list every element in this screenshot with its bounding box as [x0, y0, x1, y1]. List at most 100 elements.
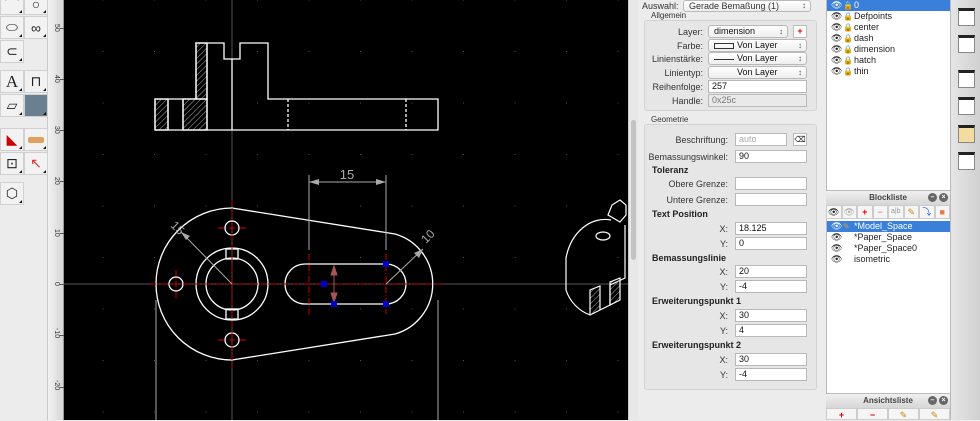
eye-icon[interactable]: 👁: [831, 55, 842, 66]
layer-item-dash[interactable]: 👁 🔒 dash: [827, 33, 951, 44]
layer-item-dimension[interactable]: 👁 🔒 dimension: [827, 44, 951, 55]
edit-view-button[interactable]: ✎: [888, 408, 919, 420]
layers-panel-icon[interactable]: [958, 8, 975, 26]
ruler-label: -20: [53, 380, 60, 391]
block-item-paper-space0[interactable]: 👁 *Paper_Space0: [827, 243, 951, 254]
clear-label-button[interactable]: ⌫: [793, 133, 807, 146]
layer-list: 👁 🔒 0 👁 🔒 Defpoints 👁 🔒 center 👁 🔒 dash 👁 🔒 dimens…: [826, 0, 951, 190]
upper-limit-input[interactable]: [735, 177, 807, 190]
y-label: Y:: [719, 239, 728, 249]
eye-icon[interactable]: 👁: [831, 11, 842, 22]
dimension-line-x-input[interactable]: 20: [735, 265, 807, 278]
edit-block-button[interactable]: ✎: [903, 205, 919, 219]
selection-dropdown[interactable]: Gerade Bemaßung (1): [683, 0, 811, 12]
minimize-icon[interactable]: –: [928, 396, 937, 405]
text-position-x-input[interactable]: 18.125: [735, 222, 807, 235]
layer-item-thin[interactable]: 👁 🔒 thin: [827, 66, 951, 77]
text-tool[interactable]: A: [0, 70, 24, 93]
library-panel-icon[interactable]: [958, 97, 975, 115]
block-item-paper-space[interactable]: 👁 *Paper_Space: [827, 232, 951, 243]
rename-view-button[interactable]: ✎: [919, 408, 950, 420]
x-label: X:: [719, 267, 728, 277]
remove-block-button[interactable]: −: [872, 205, 888, 219]
scroll-thumb[interactable]: [631, 120, 636, 260]
dimension-tool[interactable]: ⊓: [24, 70, 48, 93]
eye-icon[interactable]: 👁: [831, 221, 842, 232]
arc-tool[interactable]: ⌒: [0, 0, 24, 15]
extension-point-2-x-input[interactable]: 30: [735, 353, 807, 366]
extension-point-1-y-input[interactable]: 4: [735, 324, 807, 337]
modify-tool[interactable]: ⊡: [0, 152, 24, 175]
close-icon[interactable]: ×: [939, 193, 948, 202]
close-icon[interactable]: ×: [939, 396, 948, 405]
layer-item-defpoints[interactable]: 👁 🔒 Defpoints: [827, 11, 951, 22]
ruler-label: -10: [53, 328, 60, 339]
polyline-tool[interactable]: ⊂: [0, 40, 24, 63]
image-tool[interactable]: [24, 94, 48, 117]
color-dropdown[interactable]: Von Layer: [708, 39, 807, 52]
minimize-icon[interactable]: –: [928, 193, 937, 202]
lock-icon[interactable]: 🔒: [843, 44, 853, 55]
lock-icon[interactable]: 🔒: [843, 55, 853, 66]
label-input[interactable]: auto: [735, 133, 787, 146]
measure-tool[interactable]: ◣: [0, 128, 24, 151]
block-item-model-space[interactable]: 👁 ✎ *Model_Space: [827, 221, 951, 232]
rename-block-button[interactable]: a|b: [888, 205, 904, 219]
dimension-line-y-input[interactable]: -4: [735, 280, 807, 293]
lock-icon[interactable]: 🔒: [843, 11, 853, 22]
clipboard-panel-icon[interactable]: [958, 125, 975, 143]
grid: [64, 0, 628, 420]
lower-limit-input[interactable]: [735, 193, 807, 206]
show-all-blocks-button[interactable]: 👁: [826, 205, 842, 219]
eye-icon[interactable]: 👁: [831, 0, 842, 11]
add-layer-button[interactable]: +: [793, 25, 807, 38]
tolerance-title: Toleranz: [652, 165, 689, 175]
add-view-button[interactable]: +: [826, 408, 857, 420]
remove-view-button[interactable]: −: [857, 408, 888, 420]
text-position-y-input[interactable]: 0: [735, 237, 807, 250]
lock-icon[interactable]: 🔒: [843, 33, 853, 44]
viewlist-header: Ansichtsliste – ×: [826, 393, 950, 408]
layer-item-center[interactable]: 👁 🔒 center: [827, 22, 951, 33]
hatch-tool[interactable]: ▱: [0, 94, 24, 117]
drawing-canvas[interactable]: 15 15 10: [64, 0, 628, 420]
circle-tool[interactable]: ○: [24, 0, 48, 15]
add-block-button[interactable]: +: [857, 205, 873, 219]
lock-icon[interactable]: 🔒: [843, 66, 853, 77]
command-line-panel-icon[interactable]: [958, 152, 975, 170]
eye-icon[interactable]: 👁: [831, 44, 842, 55]
eye-icon[interactable]: 👁: [831, 254, 842, 265]
block-item-isometric[interactable]: 👁 isometric: [827, 254, 951, 265]
hide-all-blocks-button[interactable]: 👁: [841, 205, 857, 219]
extension-point-2-title: Erweiterungspunkt 2: [652, 340, 742, 350]
layer-dropdown[interactable]: dimension: [708, 25, 788, 38]
eye-icon[interactable]: 👁: [831, 66, 842, 77]
lineweight-dropdown[interactable]: Von Layer: [708, 52, 807, 65]
color-label: Farbe:: [676, 41, 703, 51]
properties-panel-icon[interactable]: [958, 35, 975, 53]
eye-icon[interactable]: 👁: [831, 33, 842, 44]
insert-block-button[interactable]: ⤵: [919, 205, 935, 219]
block-tool[interactable]: [24, 128, 48, 151]
extension-point-2-y-input[interactable]: -4: [735, 368, 807, 381]
linetype-dropdown[interactable]: Von Layer: [708, 66, 807, 79]
lock-icon[interactable]: 🔒: [843, 0, 853, 11]
blocklist-panel-icon[interactable]: [958, 70, 975, 88]
eye-icon[interactable]: 👁: [831, 243, 842, 254]
lock-icon[interactable]: 🔒: [843, 22, 853, 33]
spline-tool[interactable]: ∞: [24, 16, 48, 39]
delete-block-button[interactable]: ■: [934, 205, 950, 219]
3d-box-tool[interactable]: ⬡: [0, 182, 24, 205]
eye-icon[interactable]: 👁: [831, 232, 842, 243]
canvas-vertical-scrollbar[interactable]: [628, 0, 638, 420]
tool-palette: ⌒ ○ ⬭ ∞ ⊂ A ⊓ ▱ ◣ ⊡ ↖ ⬡: [0, 0, 48, 420]
layer-item-hatch[interactable]: 👁 🔒 hatch: [827, 55, 951, 66]
angle-input[interactable]: 90: [735, 150, 807, 163]
viewlist-title: Ansichtsliste: [863, 396, 913, 405]
extension-point-1-x-input[interactable]: 30: [735, 309, 807, 322]
layer-item-0[interactable]: 👁 🔒 0: [827, 0, 951, 11]
order-input[interactable]: 257: [708, 80, 807, 93]
ellipse-tool[interactable]: ⬭: [0, 16, 24, 39]
select-tool[interactable]: ↖: [24, 152, 48, 175]
eye-icon[interactable]: 👁: [831, 22, 842, 33]
